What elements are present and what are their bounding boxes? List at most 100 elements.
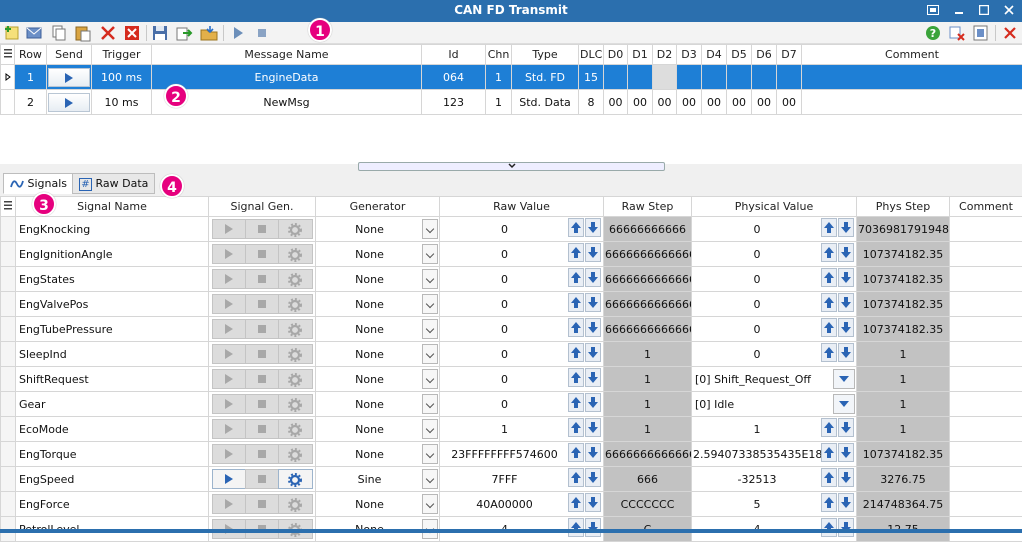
header-phys-step[interactable]: Phys Step: [857, 197, 950, 217]
raw-decrement-button[interactable]: [585, 293, 601, 315]
phys-increment-button[interactable]: [821, 343, 837, 365]
physical-value-cell[interactable]: 0: [692, 292, 857, 317]
raw-value[interactable]: 23FFFFFFFF574600: [441, 448, 568, 461]
data-byte-d7[interactable]: 00: [777, 90, 802, 115]
physical-value-cell[interactable]: 0: [692, 317, 857, 342]
data-byte-d3[interactable]: 00: [677, 90, 702, 115]
signal-row[interactable]: EngForceNone40A00000CCCCCCC5214748364.75: [1, 492, 1022, 517]
generator-stop-button[interactable]: [245, 494, 280, 514]
data-byte-d1[interactable]: [628, 65, 653, 90]
raw-decrement-button[interactable]: [585, 268, 601, 290]
phys-increment-button[interactable]: [821, 268, 837, 290]
phys-decrement-button[interactable]: [838, 443, 854, 465]
header-signal-gen[interactable]: Signal Gen.: [209, 197, 316, 217]
raw-decrement-button[interactable]: [585, 218, 601, 240]
raw-value-cell[interactable]: 40A00000: [440, 492, 604, 517]
generator-stop-button[interactable]: [245, 294, 280, 314]
signal-comment-cell[interactable]: [950, 267, 1022, 292]
generator-start-button[interactable]: [212, 394, 247, 414]
generator-select[interactable]: None: [317, 373, 422, 386]
settings-window-button[interactable]: [972, 24, 990, 42]
phys-decrement-button[interactable]: [838, 418, 854, 440]
signal-row-indicator[interactable]: [1, 292, 16, 317]
raw-decrement-button[interactable]: [585, 343, 601, 365]
raw-value[interactable]: 0: [441, 398, 568, 411]
physical-value[interactable]: 1: [693, 423, 821, 436]
message-name-cell[interactable]: NewMsg: [152, 90, 422, 115]
data-byte-d6[interactable]: [752, 65, 777, 90]
phys-step-cell[interactable]: 3276.75: [857, 467, 950, 492]
physical-value[interactable]: 0: [693, 298, 821, 311]
chevron-down-icon[interactable]: [422, 394, 438, 414]
phys-step-cell[interactable]: 107374182.35: [857, 442, 950, 467]
physical-value[interactable]: 0: [693, 273, 821, 286]
header-d5[interactable]: D5: [727, 45, 752, 65]
id-cell[interactable]: 123: [422, 90, 486, 115]
raw-value-cell[interactable]: 0: [440, 217, 604, 242]
generator-start-button[interactable]: [212, 294, 247, 314]
raw-value[interactable]: 0: [441, 323, 568, 336]
header-message-name[interactable]: Message Name: [152, 45, 422, 65]
physical-value-cell[interactable]: [0] Idle: [692, 392, 857, 417]
header-d6[interactable]: D6: [752, 45, 777, 65]
phys-step-cell[interactable]: 107374182.35: [857, 267, 950, 292]
chevron-down-icon[interactable]: [422, 469, 438, 489]
physical-value[interactable]: 0: [693, 223, 821, 236]
phys-increment-button[interactable]: [821, 218, 837, 240]
phys-step-cell[interactable]: 107374182.35: [857, 242, 950, 267]
row-indicator[interactable]: [1, 90, 15, 115]
raw-value-cell[interactable]: 1: [440, 417, 604, 442]
header-generator[interactable]: Generator: [316, 197, 440, 217]
signal-row[interactable]: EngValvePosNone0666666666666660107374182…: [1, 292, 1022, 317]
header-raw-step[interactable]: Raw Step: [604, 197, 692, 217]
raw-increment-button[interactable]: [568, 418, 584, 440]
chevron-down-icon[interactable]: [422, 369, 438, 389]
raw-decrement-button[interactable]: [585, 318, 601, 340]
chn-cell[interactable]: 1: [486, 65, 512, 90]
generator-cell[interactable]: Sine: [316, 467, 440, 492]
raw-value-cell[interactable]: 7FFF: [440, 467, 604, 492]
raw-value-cell[interactable]: 0: [440, 342, 604, 367]
signal-row-indicator[interactable]: [1, 442, 16, 467]
physical-value-cell[interactable]: 0: [692, 242, 857, 267]
physical-value[interactable]: 0: [693, 348, 821, 361]
raw-step-cell[interactable]: 66666666666666: [604, 442, 692, 467]
generator-stop-button[interactable]: [245, 444, 280, 464]
generator-stop-button[interactable]: [245, 344, 280, 364]
physical-value[interactable]: -32513: [693, 473, 821, 486]
signal-comment-cell[interactable]: [950, 467, 1022, 492]
signal-comment-cell[interactable]: [950, 367, 1022, 392]
generator-settings-button[interactable]: [278, 319, 313, 339]
physical-value-cell[interactable]: 2.59407338535435E18: [692, 442, 857, 467]
phys-step-cell[interactable]: 214748364.75: [857, 492, 950, 517]
header-d4[interactable]: D4: [702, 45, 727, 65]
generator-cell[interactable]: None: [316, 242, 440, 267]
raw-step-cell[interactable]: 666: [604, 467, 692, 492]
export-button[interactable]: [175, 24, 193, 42]
generator-select[interactable]: None: [317, 498, 422, 511]
header-comment[interactable]: Comment: [802, 45, 1022, 65]
physical-value[interactable]: 0: [693, 248, 821, 261]
raw-value-cell[interactable]: 0: [440, 317, 604, 342]
generator-select[interactable]: None: [317, 448, 422, 461]
generator-start-button[interactable]: [212, 494, 247, 514]
physical-value-cell[interactable]: -32513: [692, 467, 857, 492]
raw-value-cell[interactable]: 0: [440, 392, 604, 417]
signal-row[interactable]: EngTorqueNone23FFFFFFFF57460066666666666…: [1, 442, 1022, 467]
chevron-down-icon[interactable]: [422, 319, 438, 339]
clear-button[interactable]: [948, 24, 966, 42]
generator-select[interactable]: None: [317, 248, 422, 261]
raw-increment-button[interactable]: [568, 443, 584, 465]
raw-value-cell[interactable]: 0: [440, 292, 604, 317]
header-d2[interactable]: D2: [653, 45, 677, 65]
raw-value[interactable]: 0: [441, 348, 568, 361]
generator-settings-button[interactable]: [278, 344, 313, 364]
phys-decrement-button[interactable]: [838, 318, 854, 340]
raw-decrement-button[interactable]: [585, 468, 601, 490]
message-row[interactable]: 210 msNewMsg1231Std. Data800000000000000…: [1, 90, 1022, 115]
phys-decrement-button[interactable]: [838, 468, 854, 490]
restore-layout-button[interactable]: [922, 0, 944, 22]
data-byte-d5[interactable]: 00: [727, 90, 752, 115]
signal-comment-cell[interactable]: [950, 342, 1022, 367]
signal-row-indicator[interactable]: [1, 367, 16, 392]
